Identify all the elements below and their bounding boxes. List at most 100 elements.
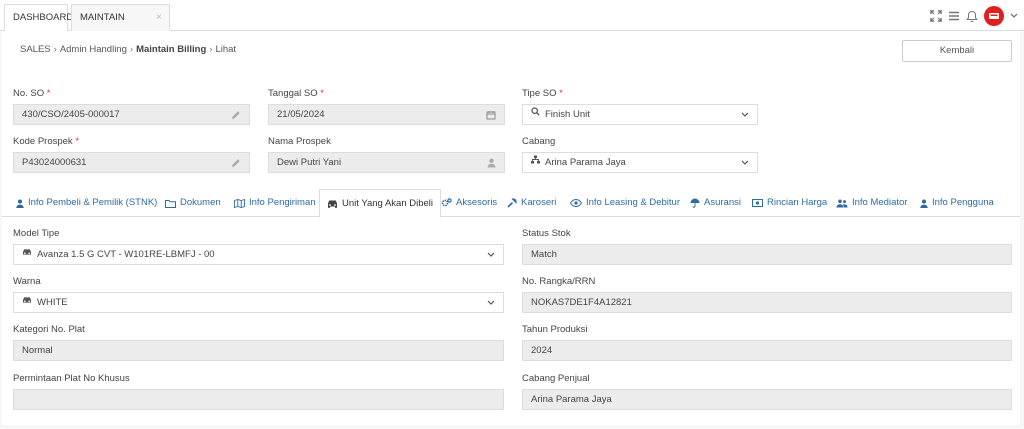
tab-aksesoris[interactable]: Aksesoris [441,189,497,217]
warna-select[interactable]: WHITE [13,292,504,313]
close-icon[interactable]: × [156,5,162,30]
tanggal-so-field[interactable]: 21/05/2024 [268,104,505,125]
wrench-icon [507,198,517,208]
cabang-select[interactable]: Arina Parama Jaya [522,152,758,173]
kode-prospek-field[interactable]: P43024000631 [13,152,250,173]
breadcrumb: SALES › Admin Handling › Maintain Billing › Li… [20,44,236,55]
tab-info-pengiriman[interactable]: Info Pengiriman [234,189,316,217]
bell-icon[interactable] [966,10,978,23]
tab-label: Info Mediator [852,197,908,208]
model-tipe-label: Model Tipe [13,228,60,239]
cabang-penjual-value: Arina Parama Jaya [531,394,612,405]
cabang-penjual-label: Cabang Penjual [522,373,590,384]
detail-tabs: Info Pembeli & Pemilik (STNK) Dokumen In… [2,189,1020,218]
tab-label: Karoseri [521,197,557,208]
tab-label: Info Pengguna [932,197,994,208]
tahun-produksi-value: 2024 [531,345,553,356]
tab-label: Info Leasing & Debitur [586,197,681,208]
nama-prospek-label: Nama Prospek [268,136,331,147]
chevron-right-icon: › [129,44,134,55]
kode-prospek-label: Kode Prospek * [13,136,80,147]
tab-dashboard[interactable]: DASHBOARD [4,4,73,31]
permintaan-plat-field[interactable] [13,389,504,410]
tab-info-leasing[interactable]: Info Leasing & Debitur [570,189,680,217]
tahun-produksi-field[interactable]: 2024 [522,340,1012,361]
user-icon [487,153,496,172]
tanggal-so-label: Tanggal SO * [268,88,324,99]
tipe-so-value: Finish Unit [545,109,590,121]
tab-label: Rincian Harga [767,197,828,208]
tab-info-mediator[interactable]: Info Mediator [836,189,907,217]
back-button[interactable]: Kembali [902,40,1012,62]
cabang-penjual-field[interactable]: Arina Parama Jaya [522,389,1012,410]
chevron-down-icon [741,153,749,172]
tab-label: Asuransi [704,197,741,208]
calendar-icon[interactable] [486,105,496,124]
no-so-field[interactable]: 430/CSO/2405-000017 [13,104,250,125]
tahun-produksi-label: Tahun Produksi [522,324,588,335]
no-so-value: 430/CSO/2405-000017 [22,109,120,120]
status-stok-label: Status Stok [522,228,571,239]
no-rangka-value: NOKAS7DE1F4A12821 [531,297,632,308]
umbrella-icon [690,198,700,208]
chevron-down-icon[interactable] [1010,13,1018,19]
tanggal-so-value: 21/05/2024 [277,109,325,120]
main-panel: SALES › Admin Handling › Maintain Billing › Li… [2,31,1020,425]
nama-prospek-value: Dewi Putri Yani [277,157,342,168]
tab-label: Info Pengiriman [249,197,316,208]
chevron-down-icon [741,105,749,124]
car-icon [22,293,32,311]
pencil-icon [231,153,241,172]
pencil-icon [231,105,241,124]
kategori-plat-field[interactable]: Normal [13,340,504,361]
tab-maintain-billing[interactable]: MAINTAIN BILLING × [71,4,170,48]
tab-unit-yang-akan-dibeli[interactable]: Unit Yang Akan Dibeli [319,189,442,218]
tab-label: Dokumen [180,197,221,208]
nama-prospek-field[interactable]: Dewi Putri Yani [268,152,505,173]
top-bar: DASHBOARD MAINTAIN BILLING × [0,0,1024,48]
folder-icon [165,199,176,208]
tab-label: Info Pembeli & Pemilik (STNK) [28,197,158,208]
cabang-value: Arina Parama Jaya [545,157,626,169]
tab-dashboard-label: DASHBOARD [13,12,74,23]
eye-icon [570,199,582,207]
cabang-label: Cabang [522,136,556,147]
no-so-label: No. SO * [13,88,51,99]
chevron-down-icon [487,245,495,264]
kategori-plat-value: Normal [22,345,53,356]
search-icon [531,105,540,123]
chevron-right-icon: › [209,44,213,55]
breadcrumb-item-lihat: Lihat [215,44,237,55]
tipe-so-label: Tipe SO * [522,88,563,99]
fullscreen-icon[interactable] [930,10,942,22]
no-rangka-field[interactable]: NOKAS7DE1F4A12821 [522,292,1012,313]
users-icon [836,199,848,208]
user-icon [16,199,24,208]
cogs-icon [441,198,452,208]
tab-label: Aksesoris [456,197,498,208]
chevron-down-icon [487,293,495,312]
tab-karoseri[interactable]: Karoseri [507,189,556,217]
money-icon [752,199,763,207]
model-tipe-select[interactable]: Avanza 1.5 G CVT - W101RE-LBMFJ - 00 [13,244,504,265]
menu-icon[interactable] [948,10,960,22]
tab-info-pembeli[interactable]: Info Pembeli & Pemilik (STNK) [16,189,157,217]
model-tipe-value: Avanza 1.5 G CVT - W101RE-LBMFJ - 00 [37,249,215,261]
status-stok-field[interactable]: Match [522,244,1012,265]
tab-rincian-harga[interactable]: Rincian Harga [752,189,827,217]
breadcrumb-item-maintain-billing[interactable]: Maintain Billing [136,44,206,55]
breadcrumb-item-sales[interactable]: SALES [20,44,51,55]
breadcrumb-item-admin-handling[interactable]: Admin Handling [60,44,127,55]
sitemap-icon [531,153,540,171]
avatar[interactable] [984,6,1004,26]
tab-info-pengguna[interactable]: Info Pengguna [920,189,994,217]
tab-asuransi[interactable]: Asuransi [690,189,741,217]
permintaan-plat-label: Permintaan Plat No Khusus [13,373,130,384]
kategori-plat-label: Kategori No. Plat [13,324,85,335]
warna-value: WHITE [37,297,68,309]
tipe-so-select[interactable]: Finish Unit [522,104,758,125]
map-icon [234,198,245,208]
chevron-right-icon: › [53,44,57,55]
tab-dokumen[interactable]: Dokumen [165,189,221,217]
car-icon [22,245,32,263]
